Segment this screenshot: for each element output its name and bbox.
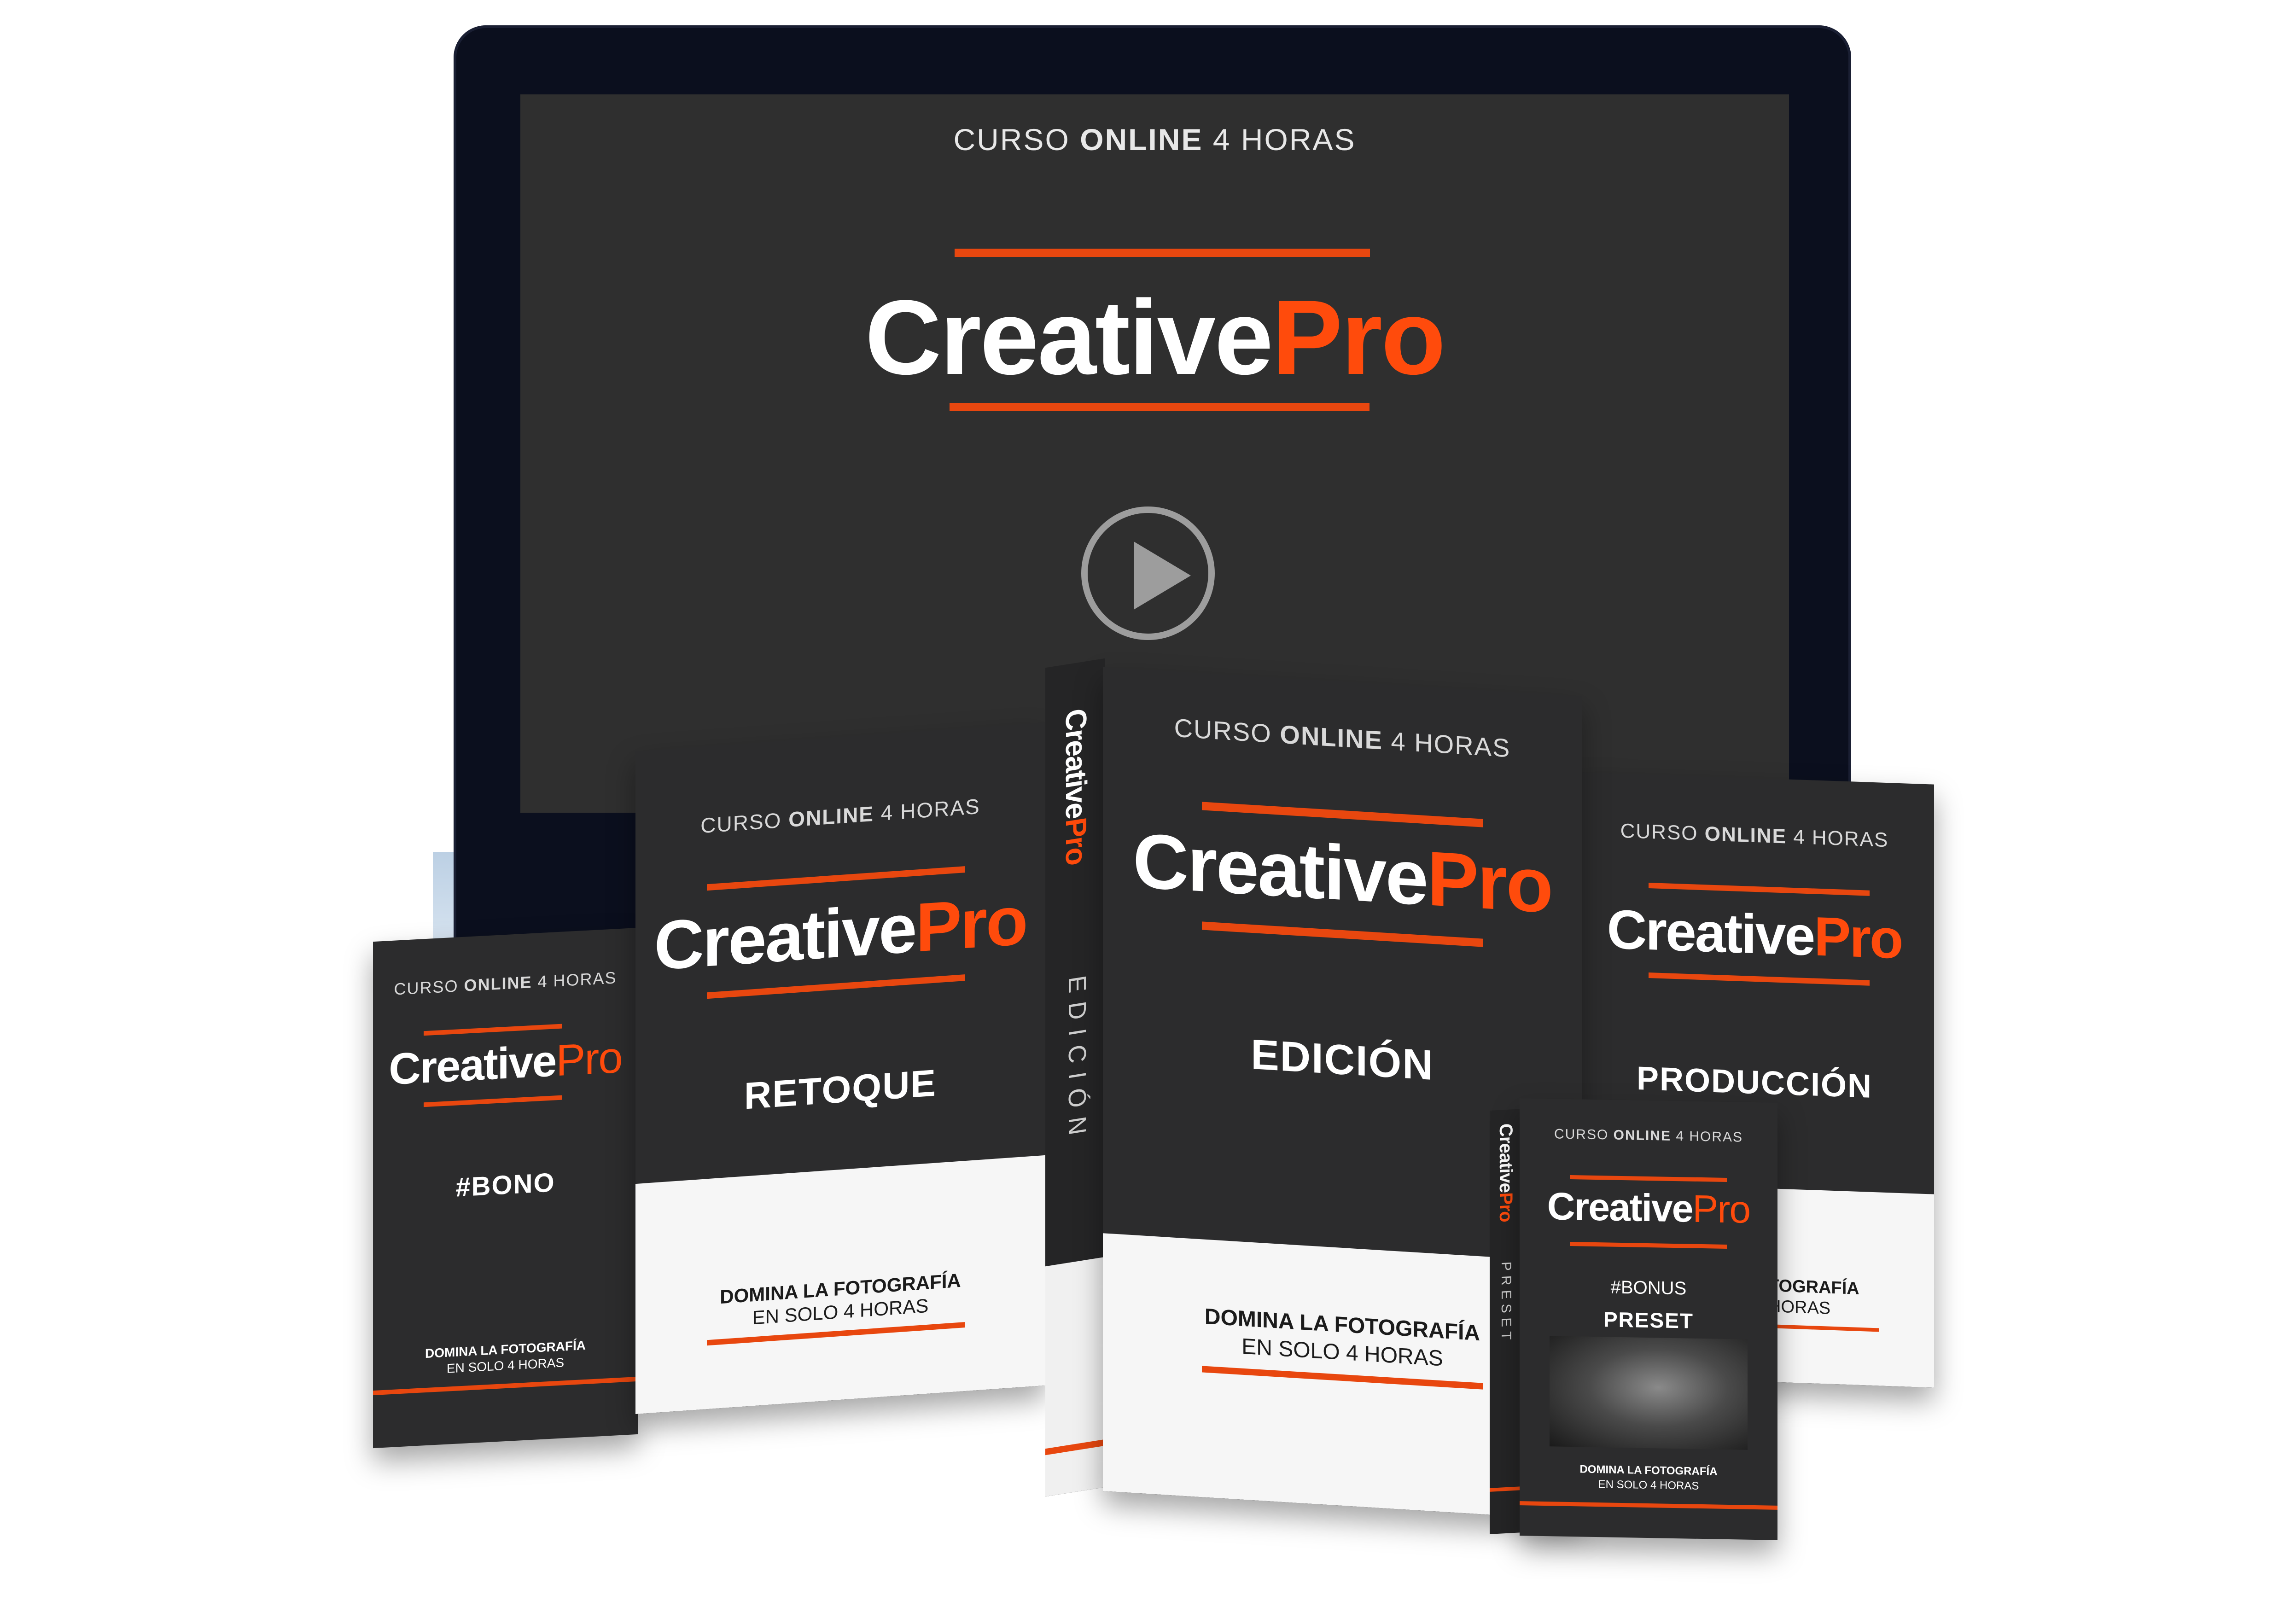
box-retoque: CURSO ONLINE 4 HORAS CreativePro RETOQUE… — [635, 722, 1045, 1415]
spine-label: PRESET — [1498, 1261, 1514, 1345]
box-subtitle: CURSO ONLINE 4 HORAS — [1174, 713, 1511, 763]
spine-label: EDICIÓN — [1063, 973, 1091, 1147]
spine-logo: CreativePro — [1496, 1123, 1516, 1223]
box-subtitle: CURSO ONLINE 4 HORAS — [700, 794, 980, 838]
logo-bar-bottom — [424, 1095, 562, 1107]
brand-logo: CreativePro — [1607, 898, 1902, 971]
logo-bar-top — [424, 1024, 562, 1036]
logo-bar-top — [1570, 1175, 1727, 1182]
portrait-photo — [1550, 1336, 1748, 1450]
box-tagline-1: TOGRAFÍA — [1768, 1276, 1859, 1298]
box-preset: CURSO ONLINE 4 HORAS CreativePro #BONUS … — [1520, 1098, 1777, 1540]
play-icon[interactable] — [1081, 506, 1215, 640]
logo-bar-bottom — [950, 403, 1369, 411]
logo-bar-top — [955, 249, 1370, 257]
box-preset-spine: CreativePro PRESET — [1490, 1109, 1522, 1534]
spine-accent — [1490, 1486, 1522, 1492]
course-subtitle: CURSO ONLINE 4 HORAS — [953, 122, 1356, 157]
box-tagline-1: DOMINA LA FOTOGRAFÍA — [1579, 1463, 1718, 1478]
box-title: #BONO — [455, 1167, 555, 1203]
box-bono: CURSO ONLINE 4 HORAS CreativePro #BONO D… — [373, 927, 638, 1449]
box-subtitle: CURSO ONLINE 4 HORAS — [1620, 819, 1889, 852]
brand-logo: CreativePro — [654, 881, 1027, 985]
box-title: EDICIÓN — [1251, 1030, 1434, 1089]
box-title: PRESET — [1603, 1307, 1694, 1333]
accent-line — [373, 1376, 638, 1396]
brand-logo: CreativePro — [389, 1032, 622, 1095]
spine-white — [1045, 1257, 1105, 1497]
logo-bar-top — [1649, 882, 1870, 896]
box-subtitle: CURSO ONLINE 4 HORAS — [394, 968, 617, 999]
logo-bar-bottom — [1649, 972, 1870, 986]
spine-logo: CreativePro — [1060, 706, 1093, 867]
box-title: RETOQUE — [744, 1062, 937, 1118]
brand-logo: CreativePro — [1132, 817, 1552, 929]
logo-bar-bottom — [1570, 1242, 1727, 1249]
box-tagline-2: HORAS — [1768, 1297, 1831, 1318]
accent-line — [1520, 1501, 1777, 1510]
brand-logo: CreativePro — [1547, 1184, 1750, 1231]
box-tagline-2: EN SOLO 4 HORAS — [1598, 1478, 1699, 1492]
brand-logo: CreativePro — [865, 278, 1445, 396]
box-edicion-spine: CreativePro EDICIÓN — [1045, 658, 1105, 1497]
box-subtitle: CURSO ONLINE 4 HORAS — [1554, 1126, 1743, 1145]
box-tag: #BONUS — [1610, 1277, 1687, 1299]
logo-bar-bottom — [1202, 921, 1483, 947]
